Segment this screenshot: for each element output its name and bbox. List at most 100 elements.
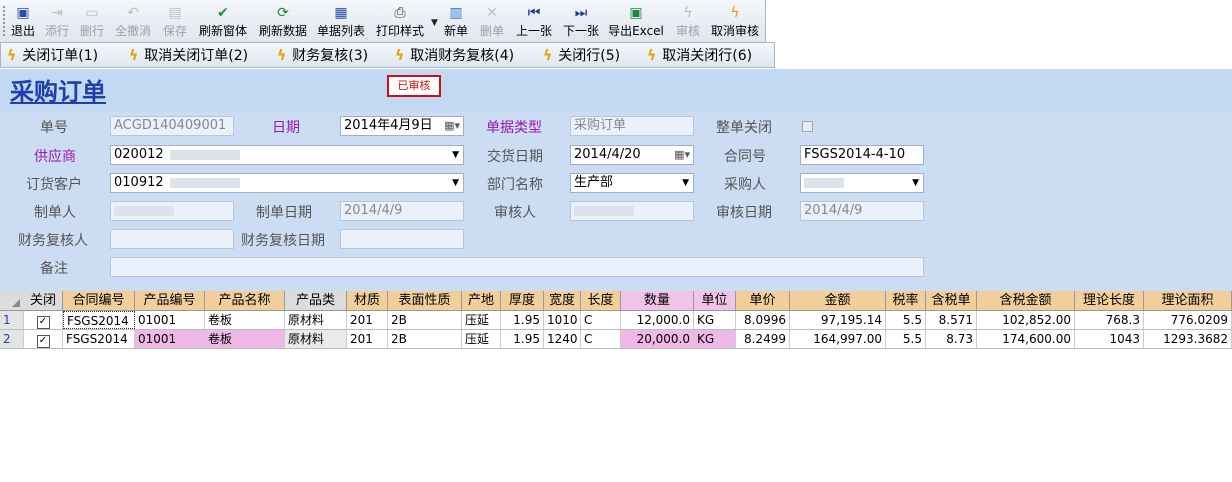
theoretical-area-cell[interactable]: 1293.3682 [1144,330,1232,348]
col-header[interactable]: 单位 [694,291,736,310]
col-header[interactable]: 产地 [462,291,501,310]
width-cell[interactable]: 1240 [544,330,581,348]
category-cell[interactable]: 原材料 [285,311,347,329]
closed-cell[interactable]: ✓ [24,330,63,348]
undo-all-button[interactable]: ↶ 全撤消 [112,2,154,40]
create-date-field[interactable]: 2014/4/9 [340,201,464,221]
calendar-icon[interactable]: ▦▾ [444,117,460,135]
col-header[interactable]: 数量 [621,291,694,310]
col-header[interactable]: 产品名称 [205,291,285,310]
unit-cell[interactable]: KG [694,311,736,329]
col-header[interactable]: 理论长度 [1075,291,1144,310]
table-row[interactable]: 1 ✓ FSGS2014 01001 卷板 原材料 201 2B 压延 1.95… [0,311,1232,330]
price-cell[interactable]: 8.2499 [736,330,790,348]
col-header[interactable]: 长度 [581,291,621,310]
reviewer-field[interactable] [570,201,694,221]
chevron-down-icon[interactable]: ▼ [682,174,689,192]
customer-select[interactable]: 010912 ▼ [110,173,464,193]
supplier-select[interactable]: 020012 ▼ [110,145,464,165]
col-header[interactable]: 产品编号 [135,291,205,310]
finance-review-date-field[interactable] [340,229,464,249]
print-style-button[interactable]: ⎙ 打印样式 [373,2,427,40]
col-header[interactable]: 产品类 [285,291,347,310]
closed-checkbox[interactable]: ✓ [36,316,50,329]
col-header[interactable]: 单价 [736,291,790,310]
cancel-close-line-button[interactable]: ϟ 取消关闭行(6) [647,46,752,66]
col-header[interactable]: 金额 [790,291,886,310]
remark-field[interactable] [110,257,924,277]
surface-cell[interactable]: 2B [388,330,462,348]
theoretical-length-cell[interactable]: 1043 [1075,330,1144,348]
delete-doc-button[interactable]: ✕ 删单 [478,2,506,40]
chevron-down-icon[interactable]: ▼ [452,174,459,192]
table-row[interactable]: 2 ✓ FSGS2014 01001 卷板 原材料 201 2B 压延 1.95… [0,330,1232,349]
dept-select[interactable]: 生产部 ▼ [570,173,694,193]
theoretical-length-cell[interactable]: 768.3 [1075,311,1144,329]
creator-field[interactable] [110,201,234,221]
export-excel-button[interactable]: ▣ 导出Excel [607,2,665,40]
finance-review-button[interactable]: ϟ 财务复核(3) [277,46,368,66]
col-header[interactable]: 宽度 [544,291,581,310]
approve-button[interactable]: ϟ 审核 [674,2,702,40]
length-cell[interactable]: C [581,330,621,348]
qty-cell[interactable]: 20,000.0 [621,330,694,348]
finance-reviewer-field[interactable] [110,229,234,249]
review-date-field[interactable]: 2014/4/9 [800,201,924,221]
col-header[interactable]: 税率 [886,291,926,310]
new-doc-button[interactable]: ▥ 新单 [442,2,470,40]
closed-cell[interactable]: ✓ [24,311,63,329]
row-number[interactable]: 2 [0,330,24,348]
col-header[interactable]: 关闭 [24,291,63,310]
category-cell[interactable]: 原材料 [285,330,347,348]
doc-type-field[interactable]: 采购订单 [570,116,694,136]
col-header[interactable]: 含税金额 [977,291,1075,310]
delivery-date-picker[interactable]: 2014/4/20 ▦▾ [570,145,694,165]
calendar-icon[interactable]: ▦▾ [674,146,690,164]
material-cell[interactable]: 201 [347,311,388,329]
col-header[interactable]: 表面性质 [388,291,462,310]
row-number[interactable]: 1 [0,311,24,329]
width-cell[interactable]: 1010 [544,311,581,329]
product-code-cell[interactable]: 01001 [135,330,205,348]
tax-price-cell[interactable]: 8.73 [926,330,977,348]
close-line-button[interactable]: ϟ 关闭行(5) [543,46,620,66]
cancel-finance-review-button[interactable]: ϟ 取消财务复核(4) [395,46,514,66]
buyer-select[interactable]: ▼ [800,173,924,193]
save-button[interactable]: ▤ 保存 [161,2,189,40]
order-no-field[interactable]: ACGD140409001 [110,116,234,136]
print-dropdown-icon[interactable]: ▼ [431,18,438,28]
unapprove-button[interactable]: ϟ 取消审核 [709,2,761,40]
tax-price-cell[interactable]: 8.571 [926,311,977,329]
tax-amount-cell[interactable]: 174,600.00 [977,330,1075,348]
thickness-cell[interactable]: 1.95 [501,311,544,329]
add-row-button[interactable]: ⇥ 添行 [43,2,71,40]
refresh-data-button[interactable]: ⟳ 刷新数据 [256,2,310,40]
origin-cell[interactable]: 压延 [462,311,501,329]
col-header[interactable]: 合同编号 [63,291,135,310]
surface-cell[interactable]: 2B [388,311,462,329]
contract-no-field[interactable]: FSGS2014-4-10 [800,145,924,165]
product-code-cell[interactable]: 01001 [135,311,205,329]
next-button[interactable]: ⏭ 下一张 [561,2,601,40]
product-name-cell[interactable]: 卷板 [205,330,285,348]
col-header[interactable]: 理论面积 [1144,291,1232,310]
refresh-form-button[interactable]: ✔ 刷新窗体 [196,2,250,40]
contract-cell[interactable]: FSGS2014 [63,330,135,348]
tax-rate-cell[interactable]: 5.5 [886,330,926,348]
qty-cell[interactable]: 12,000.0 [621,311,694,329]
date-picker[interactable]: 2014年4月9日 ▦▾ [340,116,464,136]
amount-cell[interactable]: 97,195.14 [790,311,886,329]
price-cell[interactable]: 8.0996 [736,311,790,329]
col-header[interactable]: 含税单 [926,291,977,310]
chevron-down-icon[interactable]: ▼ [912,174,919,192]
col-header[interactable]: 厚度 [501,291,544,310]
doc-list-button[interactable]: ▦ 单据列表 [314,2,368,40]
thickness-cell[interactable]: 1.95 [501,330,544,348]
origin-cell[interactable]: 压延 [462,330,501,348]
exit-button[interactable]: ▣ 退出 [9,2,37,40]
delete-row-button[interactable]: ▭ 删行 [78,2,106,40]
unit-cell[interactable]: KG [694,330,736,348]
contract-cell[interactable]: FSGS2014 [63,311,135,329]
product-name-cell[interactable]: 卷板 [205,311,285,329]
length-cell[interactable]: C [581,311,621,329]
